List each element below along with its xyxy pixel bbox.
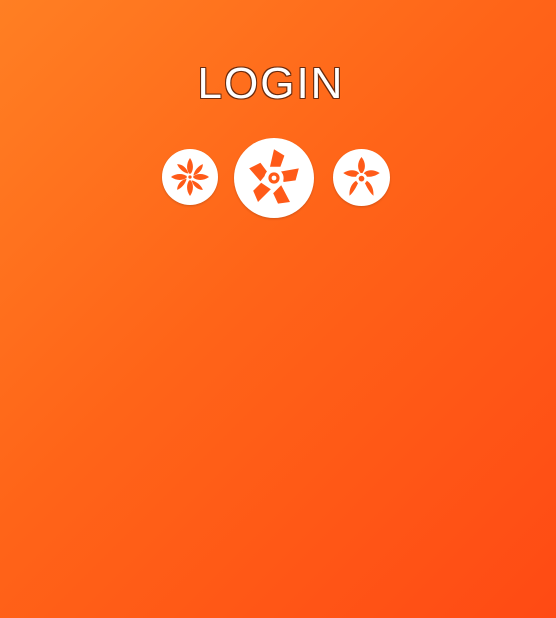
login-icons [0,138,556,228]
login-page: LOGIN [0,0,556,618]
star-flower-icon[interactable] [333,149,390,206]
login-title: LOGIN [197,59,345,108]
swirl-pentagon-icon[interactable] [234,138,314,218]
leaf-flower-icon[interactable] [162,149,218,205]
